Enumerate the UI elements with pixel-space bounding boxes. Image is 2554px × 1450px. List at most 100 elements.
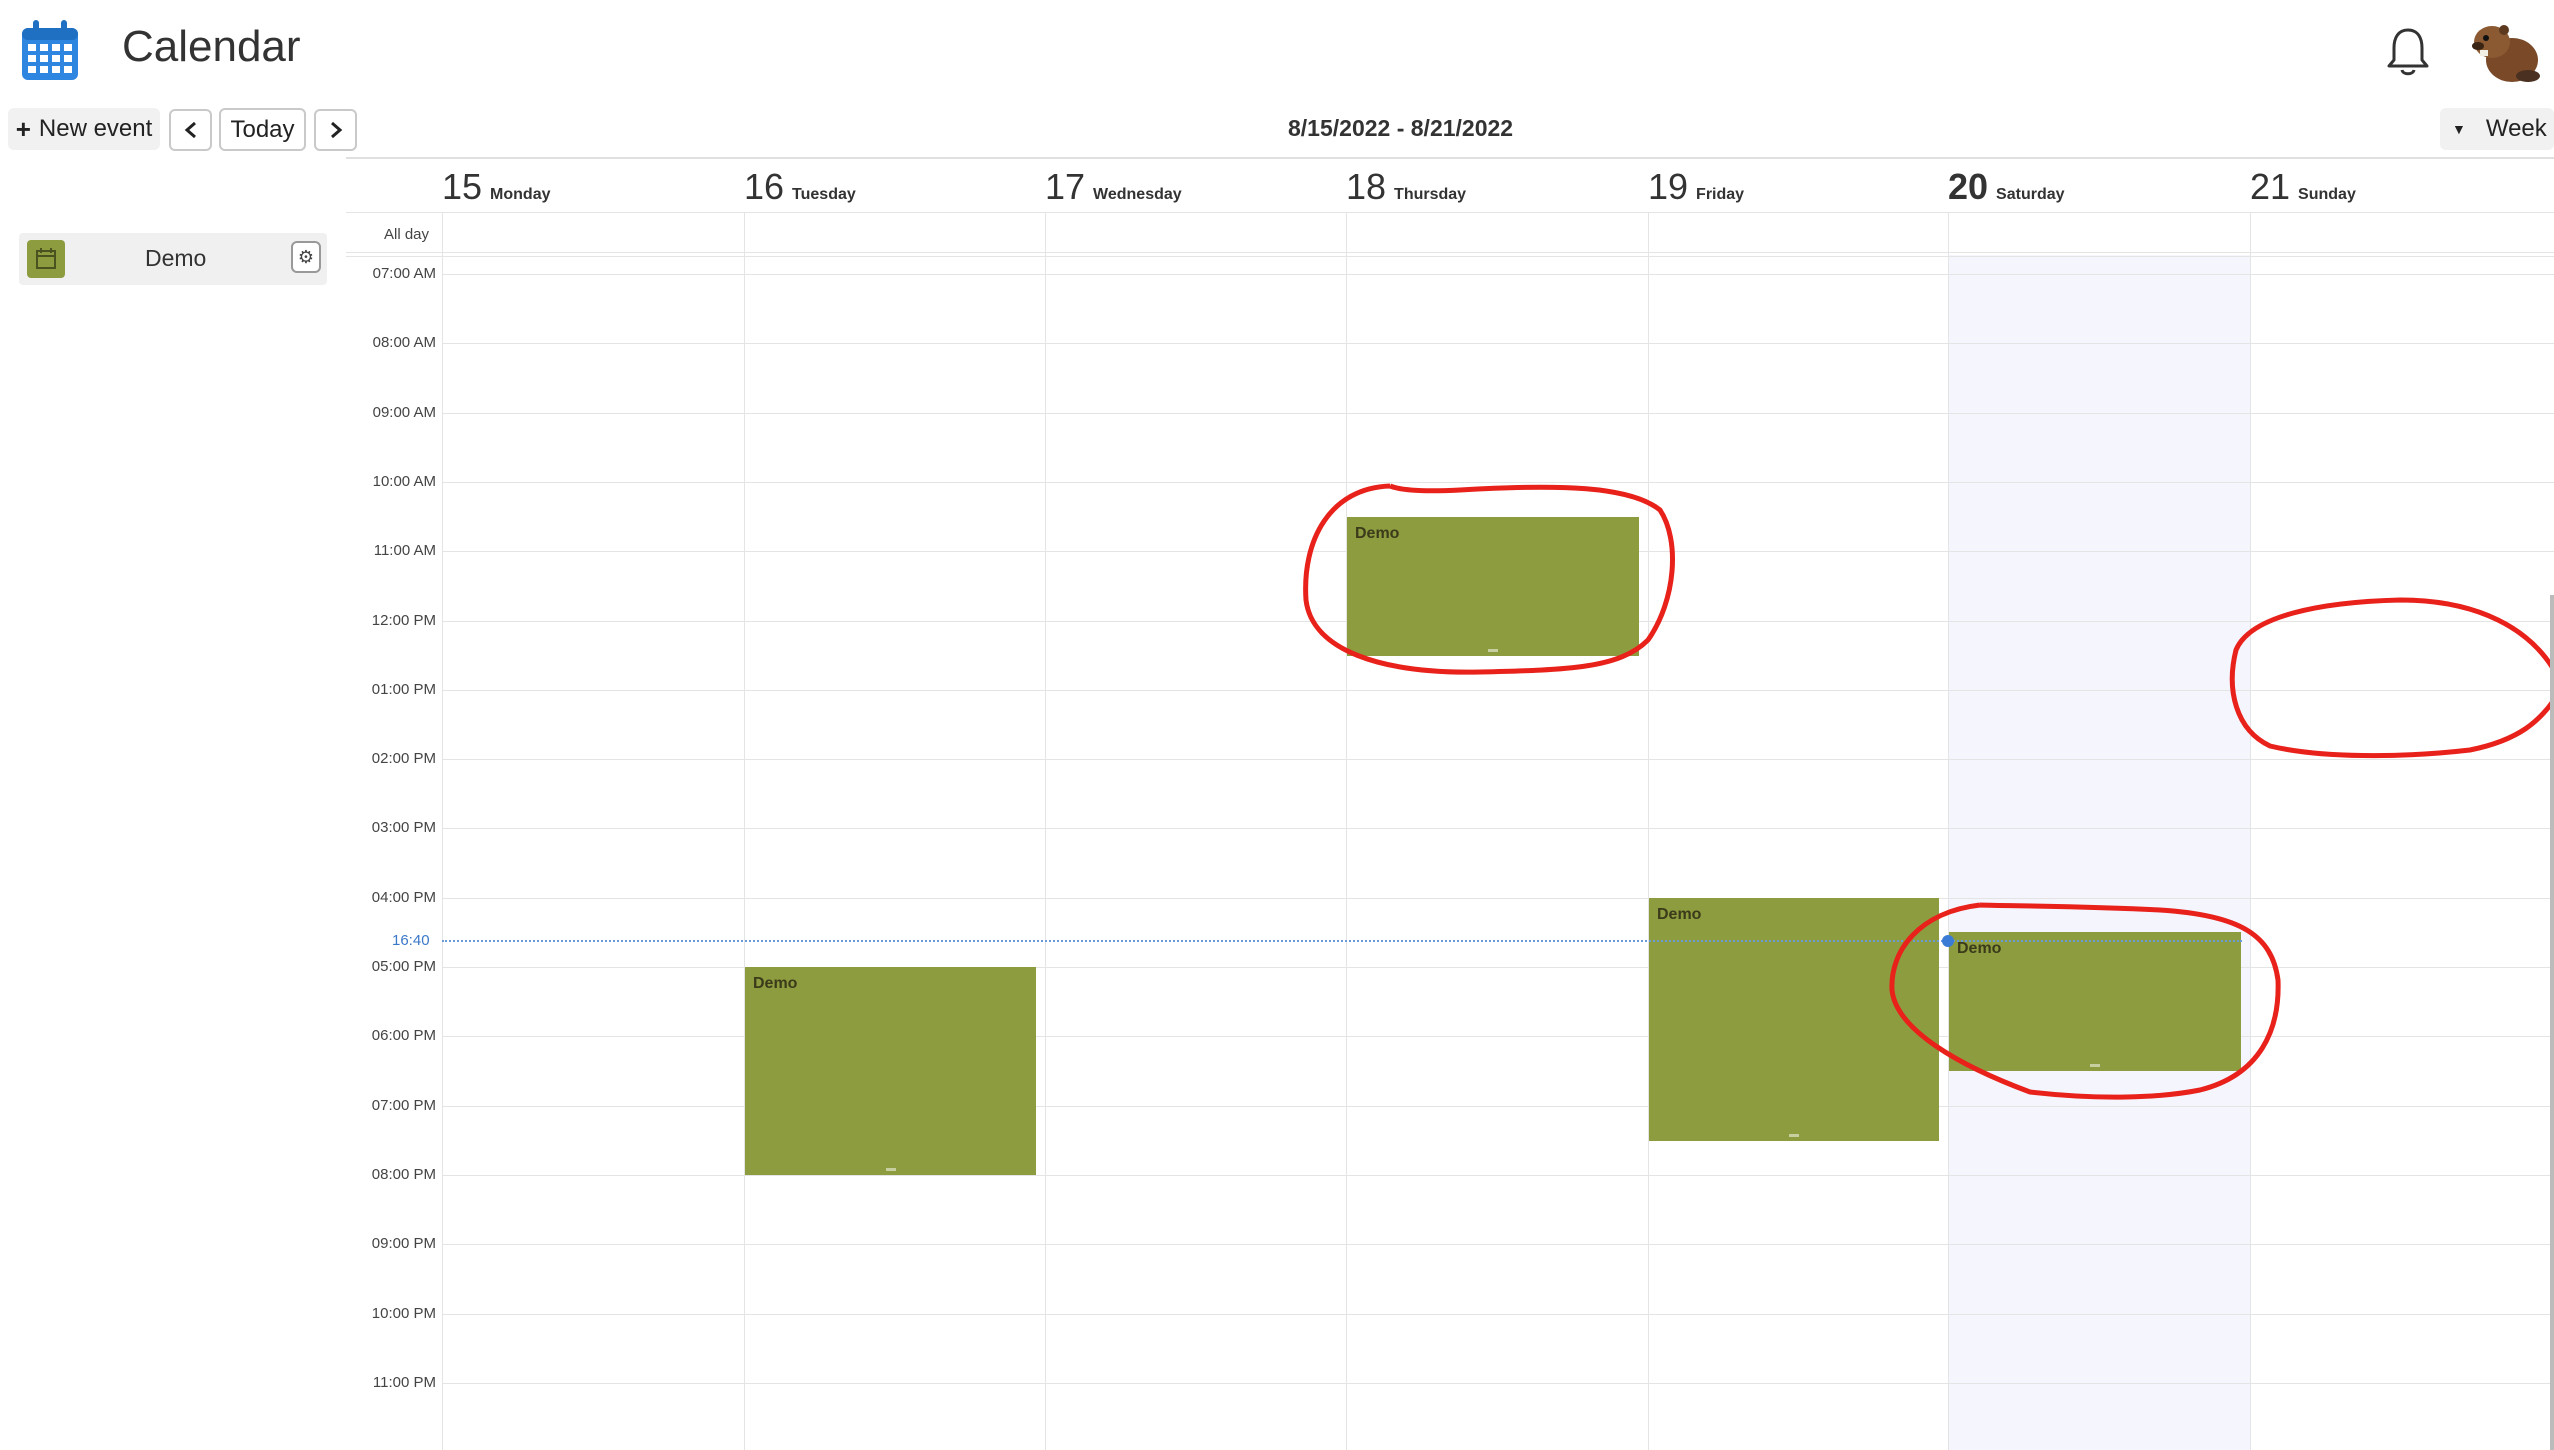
day-number: 17 <box>1045 166 1086 207</box>
calendar-app-icon <box>22 20 78 80</box>
avatar-beaver-icon[interactable] <box>2468 18 2542 84</box>
current-time-dot <box>1942 935 1954 947</box>
view-label: Week <box>2485 115 2547 142</box>
day-name: Monday <box>490 186 551 203</box>
day-number: 21 <box>2250 166 2291 207</box>
time-label: 09:00 AM <box>372 404 436 421</box>
day-number: 20 <box>1948 166 1989 207</box>
day-column-divider <box>442 212 443 1450</box>
time-label: 02:00 PM <box>371 750 436 767</box>
chevron-right-icon <box>330 121 342 139</box>
hour-line <box>442 690 2554 691</box>
day-header-saturday[interactable]: 20 Saturday <box>1948 166 2065 207</box>
plus-icon: + <box>15 113 31 144</box>
event-block-thursday[interactable]: Demo <box>1347 517 1639 656</box>
view-selector[interactable]: ▼ Week <box>2440 108 2554 150</box>
gear-icon[interactable]: ⚙ <box>291 241 321 273</box>
day-column-divider <box>1346 212 1347 1450</box>
time-label: 04:00 PM <box>371 889 436 906</box>
day-header-monday[interactable]: 15 Monday <box>442 166 551 207</box>
next-week-button[interactable] <box>314 109 357 151</box>
app-title: Calendar <box>122 22 301 71</box>
day-header-thursday[interactable]: 18 Thursday <box>1346 166 1467 207</box>
caret-down-icon: ▼ <box>2452 121 2466 137</box>
time-label: 07:00 AM <box>372 265 436 282</box>
event-title: Demo <box>753 975 798 992</box>
new-event-label: New event <box>38 115 153 142</box>
day-column-divider <box>1948 212 1949 1450</box>
hour-line <box>442 898 2554 899</box>
annotation-circle-sunday <box>2229 597 2554 759</box>
event-resize-handle[interactable] <box>2090 1064 2100 1067</box>
hour-line <box>442 1314 2554 1315</box>
time-label: 10:00 PM <box>371 1305 436 1322</box>
day-name: Saturday <box>1996 186 2065 203</box>
day-number: 16 <box>744 166 785 207</box>
date-range-label: 8/15/2022 - 8/21/2022 <box>1288 115 1514 141</box>
time-label: 07:00 PM <box>371 1097 436 1114</box>
time-label: 09:00 PM <box>371 1235 436 1252</box>
hour-line <box>442 1244 2554 1245</box>
hour-line <box>442 1175 2554 1176</box>
day-name: Friday <box>1696 186 1745 203</box>
time-label: 08:00 PM <box>371 1166 436 1183</box>
day-column-divider <box>1045 212 1046 1450</box>
time-label: 05:00 PM <box>371 958 436 975</box>
hour-line <box>442 413 2554 414</box>
today-button[interactable]: Today <box>219 108 306 151</box>
day-header-wednesday[interactable]: 17 Wednesday <box>1045 166 1182 207</box>
day-column-divider <box>744 212 745 1450</box>
day-column-divider <box>1648 212 1649 1450</box>
time-label: 08:00 AM <box>372 334 436 351</box>
grid-top-border <box>346 157 2554 159</box>
scrollbar[interactable] <box>2550 595 2554 1450</box>
hour-line <box>442 274 2554 275</box>
event-title: Demo <box>1957 940 2002 957</box>
hour-line <box>442 482 2554 483</box>
current-time-label: 16:40 <box>392 932 430 949</box>
event-block-tuesday[interactable]: Demo <box>745 967 1036 1175</box>
event-resize-handle[interactable] <box>885 1168 896 1171</box>
time-label: 11:00 PM <box>372 1374 436 1391</box>
day-number: 19 <box>1648 166 1689 207</box>
all-day-top-border <box>346 212 2554 213</box>
time-label: 10:00 AM <box>372 473 436 490</box>
today-column-highlight <box>1948 255 2250 1450</box>
time-label: 06:00 PM <box>371 1027 436 1044</box>
day-header-sunday[interactable]: 21 Sunday <box>2250 166 2356 207</box>
chevron-left-icon <box>184 121 196 139</box>
time-label: 03:00 PM <box>371 819 436 836</box>
day-header-friday[interactable]: 19 Friday <box>1648 166 1745 207</box>
current-time-line <box>442 940 2242 942</box>
new-event-button[interactable]: + New event <box>8 108 160 150</box>
calendar-color-swatch[interactable] <box>27 240 65 278</box>
all-day-label: All day <box>384 226 430 243</box>
day-name: Tuesday <box>792 186 856 203</box>
day-number: 18 <box>1346 166 1387 207</box>
hour-line <box>442 828 2554 829</box>
all-day-bottom-border <box>346 252 2554 253</box>
calendar-list-item-demo[interactable]: Demo ⚙ <box>19 233 327 285</box>
day-name: Sunday <box>2298 186 2356 203</box>
event-block-friday[interactable]: Demo <box>1649 898 1939 1141</box>
hour-line <box>442 759 2554 760</box>
time-label: 11:00 AM <box>373 542 436 559</box>
day-name: Thursday <box>1394 186 1467 203</box>
event-block-saturday[interactable]: Demo <box>1949 932 2241 1071</box>
day-column-divider <box>2250 212 2251 1450</box>
time-label: 01:00 PM <box>371 681 436 698</box>
day-header-tuesday[interactable]: 16 Tuesday <box>744 166 856 207</box>
day-name: Wednesday <box>1093 186 1182 203</box>
event-resize-handle[interactable] <box>1488 649 1498 652</box>
calendar-name: Demo <box>145 245 207 271</box>
day-number: 15 <box>442 166 483 207</box>
bell-icon[interactable] <box>2384 26 2432 78</box>
event-resize-handle[interactable] <box>1789 1134 1799 1137</box>
previous-week-button[interactable] <box>169 109 212 151</box>
calendar-small-icon <box>36 248 56 269</box>
hour-line <box>442 343 2554 344</box>
all-day-bottom-border <box>346 256 2554 257</box>
hour-line <box>442 1383 2554 1384</box>
event-title: Demo <box>1355 525 1400 542</box>
event-title: Demo <box>1657 906 1702 923</box>
